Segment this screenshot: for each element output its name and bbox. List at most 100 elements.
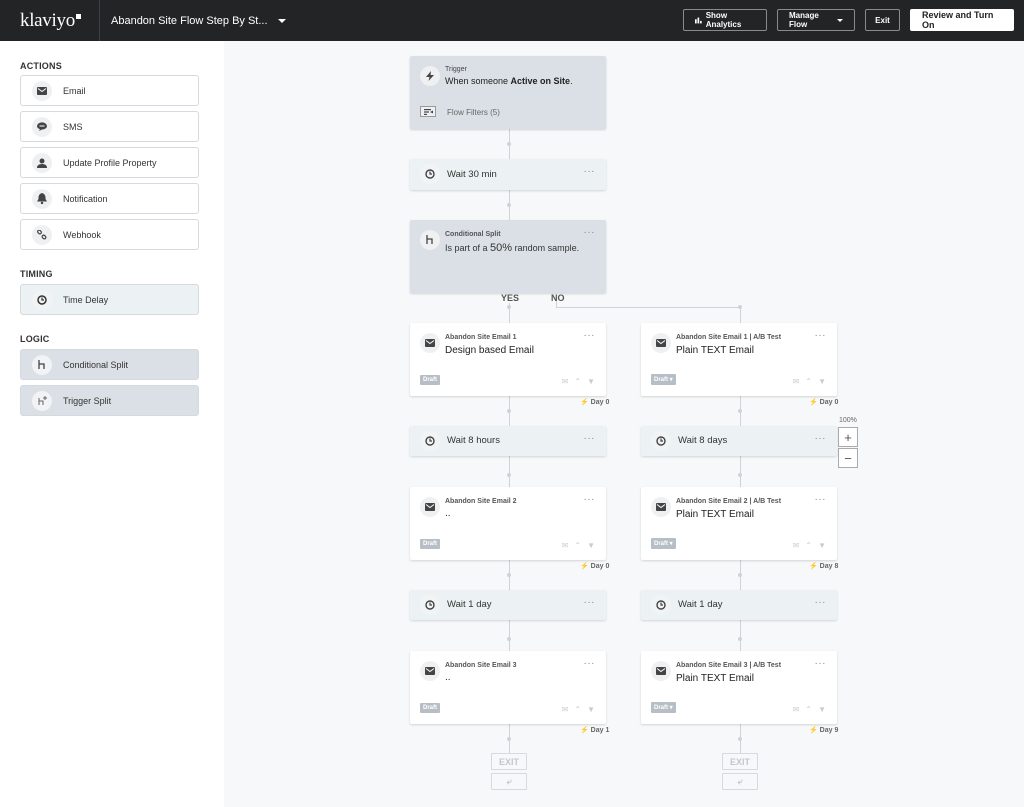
email-title: Abandon Site Email 1 | A/B Test [676,334,782,341]
sidebar-item-label: Trigger Split [63,395,112,406]
sidebar-item-notification[interactable]: Notification [20,183,199,214]
trigger-node[interactable]: Trigger When someone Active on Site. Flo… [410,56,606,129]
time-delay-node[interactable]: Wait 30 min ··· [410,159,606,190]
sidebar-item-label: Notification [63,193,108,204]
flow-canvas[interactable]: Trigger When someone Active on Site. Flo… [224,41,1024,807]
analytics-trend-icon: ⌃ [805,377,813,386]
email-node[interactable]: Abandon Site Email 1 Design based Email … [410,323,606,396]
analytics-trend-icon: ⌃ [574,541,582,550]
draft-status-dropdown[interactable]: Draft ▾ [651,374,676,385]
split-icon [420,230,440,250]
more-options-icon[interactable]: ··· [584,494,596,505]
split-text-prefix: Is part of a [445,243,491,253]
add-branch-button[interactable]: ⤶ [722,773,758,790]
more-options-icon[interactable]: ··· [584,227,596,238]
flow-title-dropdown[interactable]: Abandon Site Flow Step By St... [111,15,286,27]
more-options-icon[interactable]: ··· [815,597,827,608]
manage-flow-button[interactable]: Manage Flow [777,9,855,31]
email-node-icons: ✉ ⌃ ▼ [793,377,826,386]
email-node[interactable]: Abandon Site Email 3 | A/B Test Plain TE… [641,651,837,724]
review-and-turn-on-button[interactable]: Review and Turn On [910,9,1014,31]
sidebar-item-label: Webhook [63,229,101,240]
trigger-description: When someone Active on Site. [445,76,573,86]
sidebar-item-trigger-split[interactable]: Trigger Split [20,385,199,416]
email-node[interactable]: Abandon Site Email 2 | A/B Test Plain TE… [641,487,837,560]
draft-status-badge[interactable]: Draft [420,539,441,549]
connector-line [509,620,510,651]
time-delay-node[interactable]: Wait 8 hours ··· [410,426,606,456]
connector-dot [507,142,511,146]
more-options-icon[interactable]: ··· [815,494,827,505]
day-text: Day 9 [819,727,839,734]
preview-icon: ✉ [792,705,800,714]
person-icon [32,152,52,173]
sidebar: ACTIONS Email SMS Update Profile Propert… [0,41,224,807]
email-node[interactable]: Abandon Site Email 3 .. ··· Draft ✉ ⌃ ▼ [410,651,606,724]
time-delay-node[interactable]: Wait 1 day ··· [641,590,837,620]
clock-icon [651,595,671,615]
time-delay-node[interactable]: Wait 8 days ··· [641,426,837,456]
branch-icon: ⤶ [506,776,512,786]
section-title-logic: LOGIC [20,334,50,344]
connector-dot [507,573,511,577]
draft-status-dropdown[interactable]: Draft ▾ [651,538,676,549]
email-node[interactable]: Abandon Site Email 2 .. ··· Draft ✉ ⌃ ▼ [410,487,606,560]
sidebar-item-sms[interactable]: SMS [20,111,199,142]
preview-icon: ✉ [561,541,569,550]
email-title: Abandon Site Email 3 | A/B Test [676,662,782,669]
show-analytics-button[interactable]: Show Analytics [683,9,767,31]
preview-icon: ✉ [561,377,569,386]
envelope-icon [651,333,671,353]
analytics-trend-icon: ⌃ [574,377,582,386]
split-icon [32,354,52,375]
sidebar-item-conditional-split[interactable]: Conditional Split [20,349,199,380]
more-options-icon[interactable]: ··· [584,433,596,444]
draft-status-dropdown[interactable]: Draft ▾ [651,702,676,713]
exit-button[interactable]: Exit [865,9,900,31]
envelope-icon [32,80,52,101]
flow-filters-link[interactable]: Flow Filters (5) [447,108,500,117]
yes-branch-label: YES [501,293,520,303]
draft-label: Draft [654,541,669,547]
draft-status-badge[interactable]: Draft [420,703,441,713]
zoom-in-button[interactable]: + [838,427,858,447]
sidebar-item-webhook[interactable]: Webhook [20,219,199,250]
no-branch-label: NO [551,293,565,303]
bell-icon [32,188,52,209]
day-label: ⚡ Day 0 [580,399,610,406]
more-options-icon[interactable]: ··· [815,433,827,444]
add-branch-button[interactable]: ⤶ [491,773,527,790]
more-options-icon[interactable]: ··· [584,166,596,177]
preview-icon: ✉ [561,705,569,714]
more-options-icon[interactable]: ··· [584,597,596,608]
more-options-icon[interactable]: ··· [815,330,827,341]
more-options-icon[interactable]: ··· [584,330,596,341]
filter-icon: ▼ [818,541,826,550]
more-options-icon[interactable]: ··· [584,658,596,669]
draft-status-badge[interactable]: Draft [420,375,441,385]
connector-line [509,456,510,487]
trigger-title: Trigger [445,66,467,73]
email-node[interactable]: Abandon Site Email 1 | A/B Test Plain TE… [641,323,837,396]
connector-line [556,307,740,308]
conditional-split-node[interactable]: Conditional Split Is part of a 50% rando… [410,220,606,293]
chat-bubble-icon [32,116,52,137]
sidebar-item-time-delay[interactable]: Time Delay [20,284,199,315]
day-text: Day 0 [590,563,610,570]
exit-node[interactable]: EXIT [491,753,527,770]
sidebar-item-email[interactable]: Email [20,75,199,106]
connector-dot [507,305,511,309]
sidebar-item-update-profile-property[interactable]: Update Profile Property [20,147,199,178]
exit-node[interactable]: EXIT [722,753,758,770]
zoom-out-button[interactable]: − [838,448,858,468]
time-delay-node[interactable]: Wait 1 day ··· [410,590,606,620]
split-percentage: 50% [490,242,513,254]
day-text: Day 8 [819,563,839,570]
email-subject: Design based Email [445,345,534,356]
sidebar-item-label: SMS [63,121,83,132]
klaviyo-logo[interactable]: klaviyo [0,0,100,41]
more-options-icon[interactable]: ··· [815,658,827,669]
email-subject: Plain TEXT Email [676,673,754,684]
email-title: Abandon Site Email 2 | A/B Test [676,498,782,505]
trigger-text-prefix: When someone [445,76,511,86]
